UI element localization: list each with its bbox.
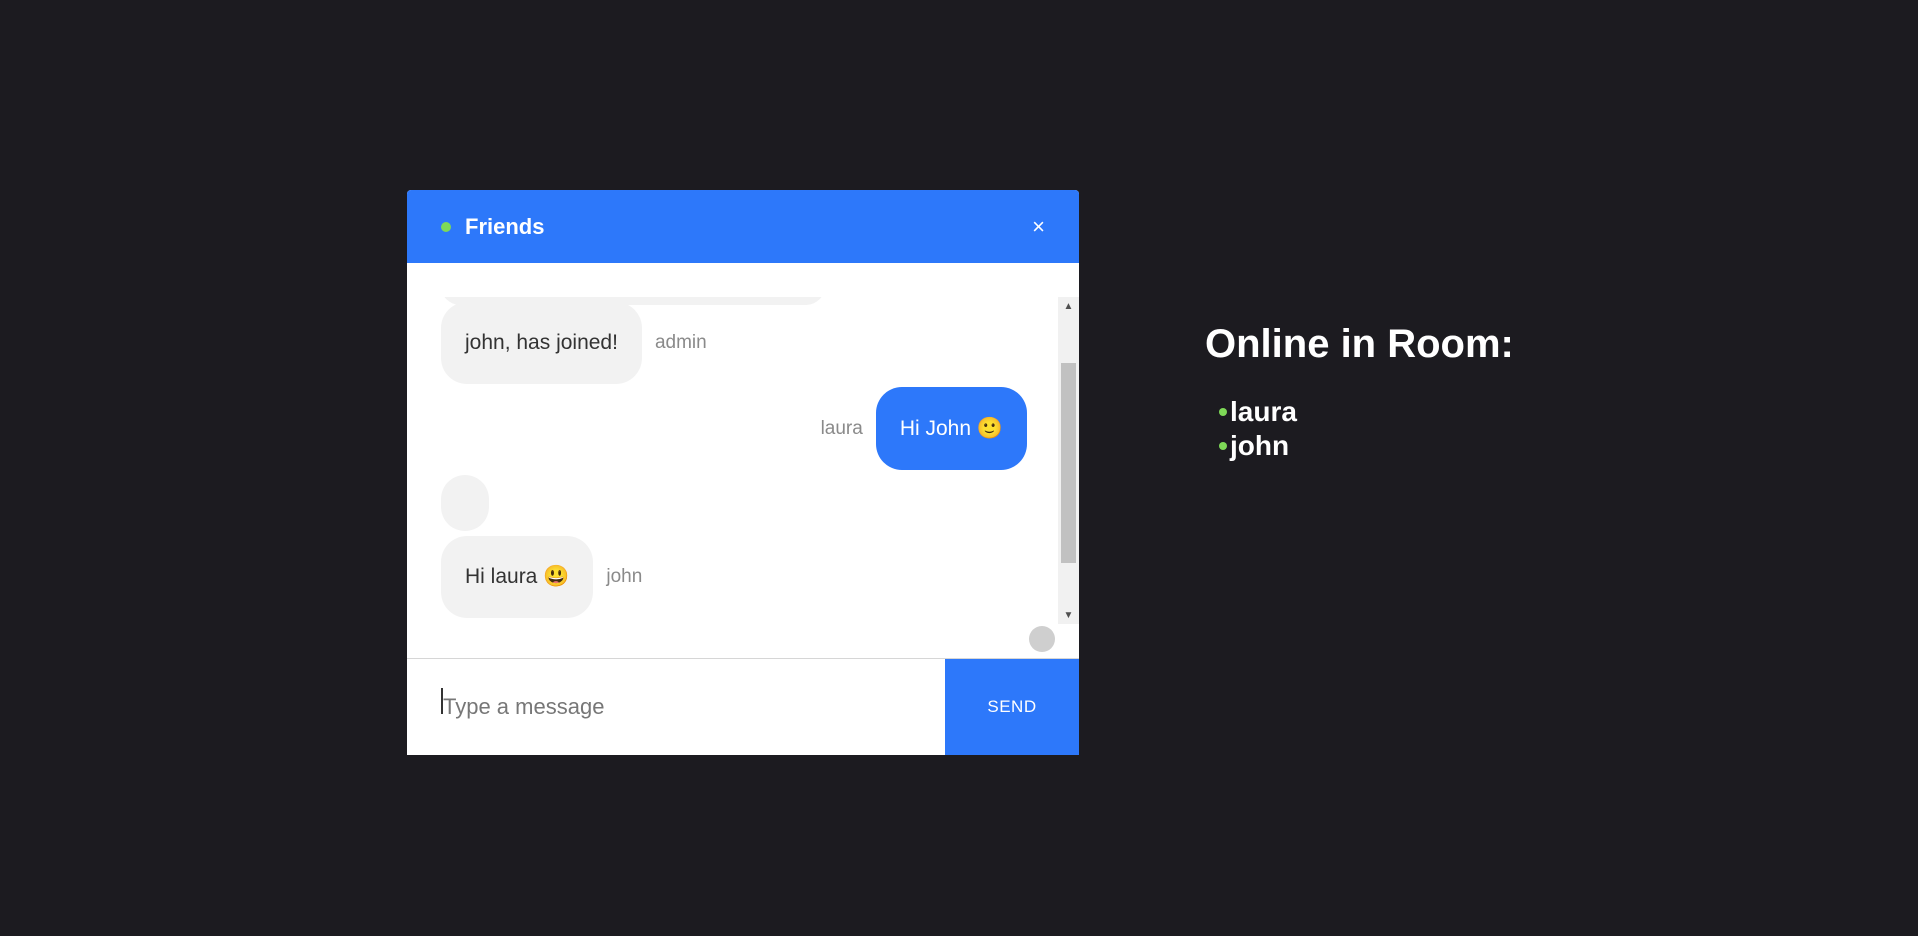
- message-composer: SEND: [407, 658, 1079, 755]
- scroll-down-arrow-icon[interactable]: ▼: [1058, 606, 1079, 624]
- message-text: Hi John 🙂: [899, 416, 1003, 440]
- close-icon[interactable]: ×: [1032, 215, 1045, 238]
- chat-window: Friends × john, has joined! admin laura …: [407, 190, 1079, 755]
- message-sender: john: [606, 566, 643, 587]
- online-dot-icon: [1219, 408, 1227, 416]
- message-bubble: Hi laura 😃: [441, 536, 594, 618]
- message-row: laura Hi John 🙂: [821, 387, 1027, 470]
- message-input[interactable]: [407, 659, 945, 755]
- messages-area[interactable]: john, has joined! admin laura Hi John 🙂 …: [407, 297, 1079, 624]
- online-user: john: [1205, 429, 1514, 463]
- messages-scrollbar[interactable]: ▲ ▼: [1058, 297, 1079, 624]
- text-caret: [441, 688, 443, 714]
- message-row: [441, 475, 489, 531]
- message-bubble: john, has joined!: [441, 302, 642, 384]
- room-name: Friends: [465, 213, 545, 239]
- message-row: Hi laura 😃 john: [441, 536, 642, 618]
- online-user: laura: [1205, 395, 1514, 429]
- message-text: john, has joined!: [465, 331, 618, 354]
- message-bubble-outgoing: Hi John 🙂: [875, 387, 1027, 470]
- chat-header: Friends ×: [407, 190, 1079, 263]
- message-row: john, has joined! admin: [441, 302, 707, 384]
- message-sender: admin: [654, 332, 707, 353]
- scroll-thumb[interactable]: [1061, 363, 1076, 563]
- send-button[interactable]: SEND: [945, 659, 1079, 755]
- scroll-up-arrow-icon[interactable]: ▲: [1058, 297, 1079, 315]
- online-title: Online in Room:: [1205, 322, 1514, 366]
- typing-indicator: [1029, 626, 1055, 652]
- message-text: Hi laura 😃: [465, 565, 570, 588]
- online-status-dot: [441, 221, 451, 232]
- online-user-name: john: [1230, 430, 1290, 461]
- online-user-name: laura: [1230, 396, 1297, 427]
- online-user-list: laura john: [1205, 395, 1514, 463]
- message-sender: laura: [820, 417, 863, 439]
- online-panel: Online in Room: laura john: [1205, 322, 1514, 463]
- message-bubble-empty: [441, 475, 489, 531]
- online-dot-icon: [1219, 442, 1227, 450]
